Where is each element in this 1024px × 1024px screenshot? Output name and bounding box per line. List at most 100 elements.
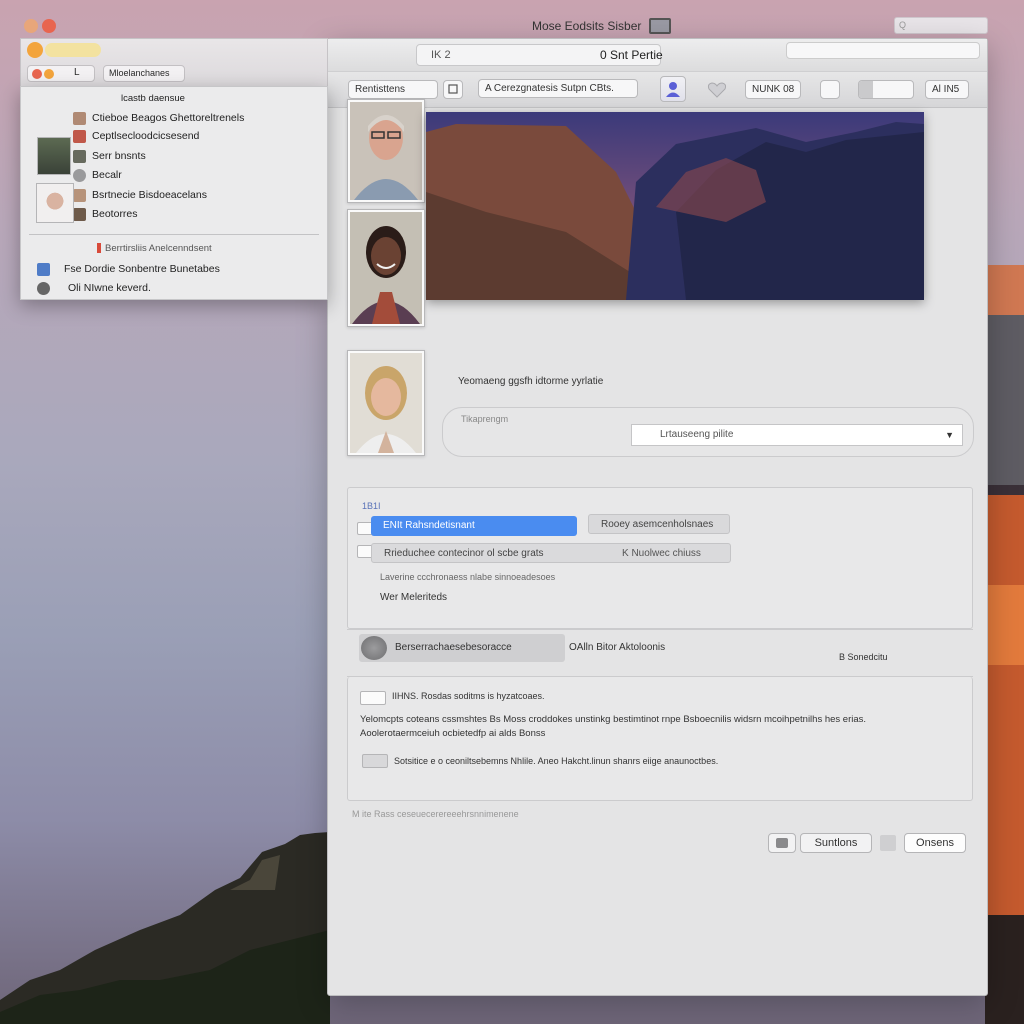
color-dot-icon [44,69,54,79]
color-dot-icon [32,69,42,79]
primary-side-option[interactable]: Rooey asemcenholsnaes [588,514,730,534]
dropdown-footer-label: Fse Dordie Sonbentre Bunetabes [64,263,220,275]
search-hint: Q [899,20,907,30]
contact-photo-1[interactable] [347,99,425,203]
contact-icon [73,111,86,125]
storage-row: Berserrachaesebesoracce OAlln Bitor Akto… [347,629,973,677]
category-search-field[interactable]: A Cerezgnatesis Sutpn CBts. [478,79,638,98]
profile-select-panel: Tikaprengm Lrtauseeng pilite ▼ [442,407,974,457]
chevron-down-icon: ▼ [945,430,954,440]
description-checkbox[interactable] [360,691,386,705]
profile-photo[interactable] [347,350,425,456]
secondary-side-label: K Nuolwec chiuss [622,548,701,559]
red-marker-icon [97,243,101,253]
titlebar-search-field[interactable] [786,42,980,59]
hero-landscape-image [426,112,924,300]
cancel-button[interactable]: Suntlons [800,833,872,853]
storage-side-label: OAlln Bitor Aktoloonis [569,642,666,653]
left-toolbar-group[interactable]: L [27,65,95,82]
square-icon [448,84,458,94]
menubar-title: Mose Eodsits Sisber [532,18,672,34]
desktop-mountain-left [0,832,330,1024]
dropdown-item[interactable]: Ctieboe Beagos Ghettoreltrenels [21,108,327,128]
primary-option[interactable]: ENIt Rahsndetisnant [371,516,577,536]
edit-button[interactable]: Rentisttens [348,80,438,99]
toggle-knob [859,81,873,98]
dropdown-thumb-portrait [36,183,74,223]
small-square-button[interactable] [820,80,840,99]
mode-button[interactable]: NUNK 08 [745,80,801,99]
portrait-image [350,353,422,453]
desktop-search-field[interactable]: Q [894,17,988,34]
window-title: 0 Snt Pertie [600,48,663,62]
dropdown-item-label: Ceptlsecloodcicsesend [92,130,200,142]
photo-icon [73,149,86,163]
description-body-line1: Yelomcpts coteans cssmshtes Bs Moss crod… [360,714,867,725]
person-button[interactable] [660,76,686,102]
dropdown-item-label: Beotorres [92,208,138,220]
minimize-icon[interactable] [42,19,56,33]
description-option-checkbox[interactable] [362,754,388,768]
close-icon[interactable] [24,19,38,33]
dropdown-item-label: Serr bnsnts [92,150,146,162]
dropdown-header: lcastb daensue [21,88,327,108]
dropdown-item-label: Bsrtnecie Bisdoeacelans [92,189,207,201]
heart-icon[interactable] [706,81,728,99]
secondary-option-label: Rrieduchee contecinor ol scbe grats [384,548,544,559]
options-note: Laverine ccchronaess nlabe sinnoeadesoes [380,572,556,582]
options-footer: Wer Meleriteds [380,592,448,603]
storage-slider[interactable]: Berserrachaesebesoracce [359,634,565,662]
profile-caption: Yeomaeng ggsfh idtorme yyrlatie [458,376,604,387]
toolbar-square-button[interactable] [443,80,463,99]
app-icon [37,262,50,276]
disk-icon [361,636,387,660]
mode-button-label: NUNK 08 [752,84,795,95]
desktop-traffic-lights [24,19,56,33]
primary-side-label: Rooey asemcenholsnaes [601,519,714,530]
options-button[interactable]: Al IN5 [925,80,969,99]
portrait-image [350,212,422,324]
window-content: Yeomaeng ggsfh idtorme yyrlatie Tikapren… [328,99,987,995]
contact-icon [73,129,86,143]
dropdown-footer-item[interactable]: Oli NIwne keverd. [21,278,327,298]
contact-photo-2[interactable] [347,209,425,327]
dropdown-separator-item[interactable]: Berrtirsliis Anelcenndsent [21,238,327,258]
dropdown-footer-item[interactable]: Fse Dordie Sonbentre Bunetabes [21,259,327,279]
dropdown-separator [29,234,319,235]
window-titlebar: IK 2 0 Snt Pertie [328,39,987,72]
dropdown-thumb-landscape [37,137,71,175]
storage-slider-label: Berserrachaesebesoracce [395,642,512,653]
storage-right-label: B Sonedcitu [839,652,888,662]
options-button-label: Al IN5 [932,84,960,95]
portrait-image [350,102,422,200]
desktop-mountain-right [985,265,1024,1024]
left-tab[interactable]: Mloelanchanes [103,65,185,82]
description-body-line2: Aoolerotaermceiuh ocbietedfp ai alds Bon… [360,728,546,739]
ok-button-label: Onsens [916,837,954,849]
category-search-text: A Cerezgnatesis Sutpn CBts. [485,83,614,94]
window-icon [649,18,672,34]
main-window: IK 2 0 Snt Pertie Rentisttens A Cerezgna… [327,38,988,996]
ok-button[interactable]: Onsens [904,833,966,853]
left-traffic-lights [27,42,101,58]
left-badge: L [74,67,80,78]
dropdown-item-label: Becalr [92,169,122,181]
profile-select-value: Lrtauseeng pilite [660,429,734,440]
profile-select[interactable]: Lrtauseeng pilite ▼ [631,424,963,446]
help-button[interactable] [768,833,796,853]
menubar-title-text: Mose Eodsits Sisber [532,19,642,33]
person-icon [666,82,680,97]
primary-option-label: ENIt Rahsndetisnant [383,520,475,531]
close-icon[interactable] [27,42,43,58]
segment-label: IK 2 [431,49,451,61]
profile-select-hint: Tikaprengm [461,414,509,424]
secondary-option[interactable]: Rrieduchee contecinor ol scbe grats K Nu… [371,543,731,563]
user-icon [37,281,50,295]
dropdown-footer-label: Oli NIwne keverd. [68,282,151,294]
toggle-button[interactable] [858,80,914,99]
dropdown-menu: lcastb daensue Ctieboe Beagos Ghettorelt… [20,86,328,300]
zoom-icon[interactable] [45,43,101,57]
window-toolbar: Rentisttens A Cerezgnatesis Sutpn CBts. … [328,72,987,108]
dropdown-separator-label: Berrtirsliis Anelcenndsent [105,242,212,254]
left-window-chrome: L Mloelanchanes [20,38,328,86]
